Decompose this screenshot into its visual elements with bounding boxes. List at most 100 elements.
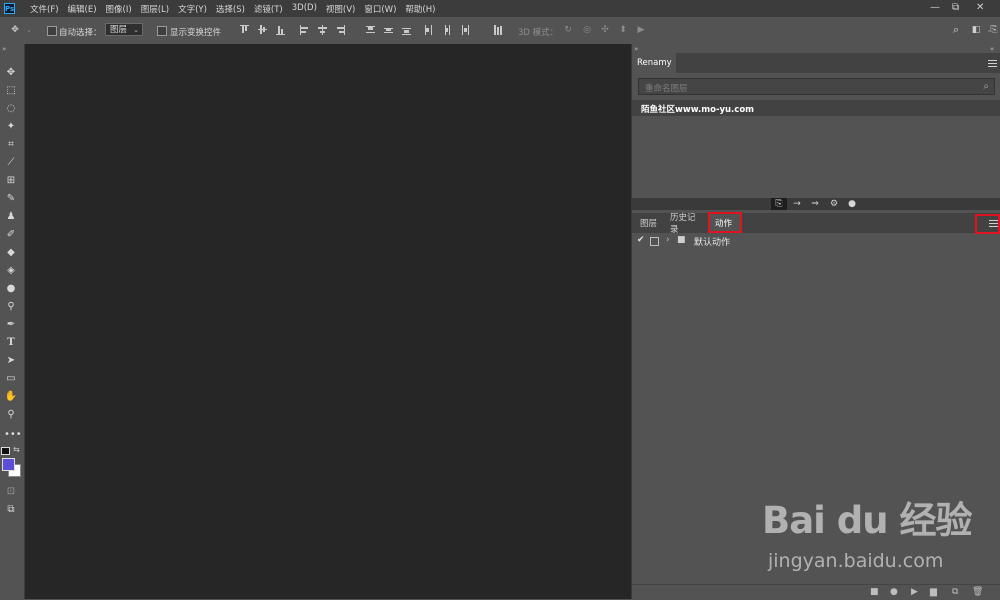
hand-icon[interactable]: ✋: [4, 390, 18, 403]
new-action-icon[interactable]: ⧉: [952, 587, 958, 597]
align-vertical-center-icon[interactable]: [258, 25, 267, 35]
renamy-search-input[interactable]: 重命名图层 ⌕: [638, 78, 995, 95]
move-tool-icon[interactable]: ✥: [10, 25, 20, 35]
minimize-button[interactable]: —: [930, 2, 940, 13]
arrow-right-icon[interactable]: →: [789, 198, 805, 210]
search-icon[interactable]: ⌕: [983, 81, 989, 92]
menu-window[interactable]: 窗口(W): [364, 3, 396, 15]
screen-mode-icon[interactable]: ⧉: [4, 503, 18, 516]
3d-rotate-icon[interactable]: ↻: [563, 25, 573, 35]
tab-history[interactable]: 历史记录: [665, 213, 705, 235]
dock-collapse-icon[interactable]: »: [634, 45, 638, 53]
menu-filter[interactable]: 滤镜(T): [254, 3, 283, 15]
3d-slide-icon[interactable]: ⬍: [618, 25, 628, 35]
dialog-toggle-icon[interactable]: [650, 237, 659, 246]
renamy-toolbar: ⎘ → ⇒ ⚙ ●: [632, 198, 1000, 210]
tab-layers-label: 图层: [640, 219, 658, 229]
eyedropper-icon[interactable]: ⟋: [4, 156, 18, 169]
auto-align-icon[interactable]: [494, 25, 503, 35]
brush-icon[interactable]: ✎: [4, 192, 18, 205]
photoshop-logo: Ps: [4, 3, 15, 14]
record-icon[interactable]: ●: [890, 587, 898, 597]
magic-wand-icon[interactable]: ✦: [4, 120, 18, 133]
close-button[interactable]: ✕: [976, 2, 984, 13]
renamy-layer-row[interactable]: 陌鱼社区www.mo-yu.com: [632, 100, 1000, 116]
stop-icon[interactable]: ■: [870, 587, 879, 597]
menu-edit[interactable]: 编辑(E): [68, 3, 97, 15]
dock-expand-icon[interactable]: «: [990, 45, 994, 53]
distribute-vertical-center-icon[interactable]: [384, 25, 393, 35]
swap-colors-icon[interactable]: ⇆: [13, 445, 20, 454]
rectangle-icon[interactable]: ▭: [4, 372, 18, 385]
menu-3d[interactable]: 3D(D): [292, 3, 317, 15]
align-right-icon[interactable]: [336, 25, 345, 35]
distribute-left-icon[interactable]: [424, 25, 433, 35]
apply-arrow-icon[interactable]: ⇒: [807, 198, 823, 210]
menu-file[interactable]: 文件(F): [30, 3, 59, 15]
delete-icon[interactable]: 🗑: [972, 587, 983, 597]
zoom-icon[interactable]: ⚲: [4, 408, 18, 421]
search-icon[interactable]: ⌕: [951, 24, 961, 35]
dropdown-arrow-icon: ⌄: [133, 26, 139, 34]
auto-select-checkbox[interactable]: [47, 26, 57, 36]
align-horizontal-center-icon[interactable]: [318, 25, 327, 35]
action-set-row[interactable]: ✔ › ■ 默认动作: [632, 233, 1000, 248]
renamy-panel-menu-icon[interactable]: [988, 60, 997, 67]
3d-drag-icon[interactable]: ✣: [600, 25, 610, 35]
move-icon[interactable]: ✥: [4, 66, 18, 79]
settings-icon[interactable]: ⚙: [826, 198, 842, 210]
dodge-icon[interactable]: ⚲: [4, 300, 18, 313]
more-tools-icon[interactable]: •••: [4, 428, 22, 441]
renamy-tab-strip: Renamy: [632, 53, 1000, 73]
play-icon[interactable]: ▶: [911, 587, 918, 597]
pen-icon[interactable]: ✒: [4, 318, 18, 331]
lasso-icon[interactable]: ◌: [4, 102, 18, 115]
rename-icon[interactable]: ⎘: [771, 198, 787, 210]
chevron-down-icon[interactable]: ⌄: [24, 25, 34, 35]
marquee-icon[interactable]: ⬚: [4, 84, 18, 97]
share-icon[interactable]: ⎘: [990, 25, 998, 35]
new-set-icon[interactable]: ▆: [930, 587, 937, 597]
document-canvas[interactable]: [25, 44, 631, 599]
toggle-check-icon[interactable]: ✔: [637, 235, 645, 245]
type-icon[interactable]: T: [4, 336, 18, 349]
align-left-icon[interactable]: [300, 25, 309, 35]
menu-image[interactable]: 图像(I): [106, 3, 132, 15]
collapse-icon[interactable]: »: [2, 45, 6, 53]
quick-mask-icon[interactable]: ⊡: [4, 485, 18, 498]
expand-chevron-icon[interactable]: ›: [666, 235, 670, 245]
auto-select-label: 自动选择：: [59, 28, 102, 38]
tab-layers[interactable]: 图层: [635, 213, 662, 233]
workspace-icon[interactable]: ◧: [971, 25, 981, 35]
distribute-horizontal-center-icon[interactable]: [442, 25, 451, 35]
tab-renamy[interactable]: Renamy: [632, 53, 676, 73]
restore-button[interactable]: ⧉: [952, 2, 959, 13]
blur-icon[interactable]: ●: [4, 282, 18, 295]
3d-scale-icon[interactable]: ▶: [636, 25, 646, 35]
menu-layer[interactable]: 图层(L): [141, 3, 169, 15]
3d-roll-icon[interactable]: ◎: [582, 25, 592, 35]
history-brush-icon[interactable]: ✐: [4, 228, 18, 241]
distribute-top-icon[interactable]: [366, 25, 375, 35]
foreground-color-swatch[interactable]: [2, 458, 15, 471]
menu-help[interactable]: 帮助(H): [405, 3, 435, 15]
show-transform-checkbox[interactable]: [157, 26, 167, 36]
crop-icon[interactable]: ⌗: [4, 138, 18, 151]
paint-bucket-icon[interactable]: ◈: [4, 264, 18, 277]
align-bottom-icon[interactable]: [276, 25, 285, 35]
default-colors-icon[interactable]: [1, 447, 10, 455]
auto-select-dropdown[interactable]: 图层 ⌄: [105, 23, 143, 36]
path-selection-icon[interactable]: ➤: [4, 354, 18, 367]
renamy-layer-name: 陌鱼社区www.mo-yu.com: [641, 105, 755, 115]
distribute-bottom-icon[interactable]: [402, 25, 411, 35]
menu-type[interactable]: 文字(Y): [178, 3, 207, 15]
clone-stamp-icon[interactable]: ♟: [4, 210, 18, 223]
renamy-list-area: [632, 116, 1000, 198]
distribute-right-icon[interactable]: [460, 25, 469, 35]
menu-select[interactable]: 选择(S): [216, 3, 245, 15]
menu-view[interactable]: 视图(V): [326, 3, 355, 15]
align-top-icon[interactable]: [240, 25, 249, 35]
info-icon[interactable]: ●: [844, 198, 860, 210]
eraser-icon[interactable]: ◆: [4, 246, 18, 259]
healing-brush-icon[interactable]: ⊞: [4, 174, 18, 187]
